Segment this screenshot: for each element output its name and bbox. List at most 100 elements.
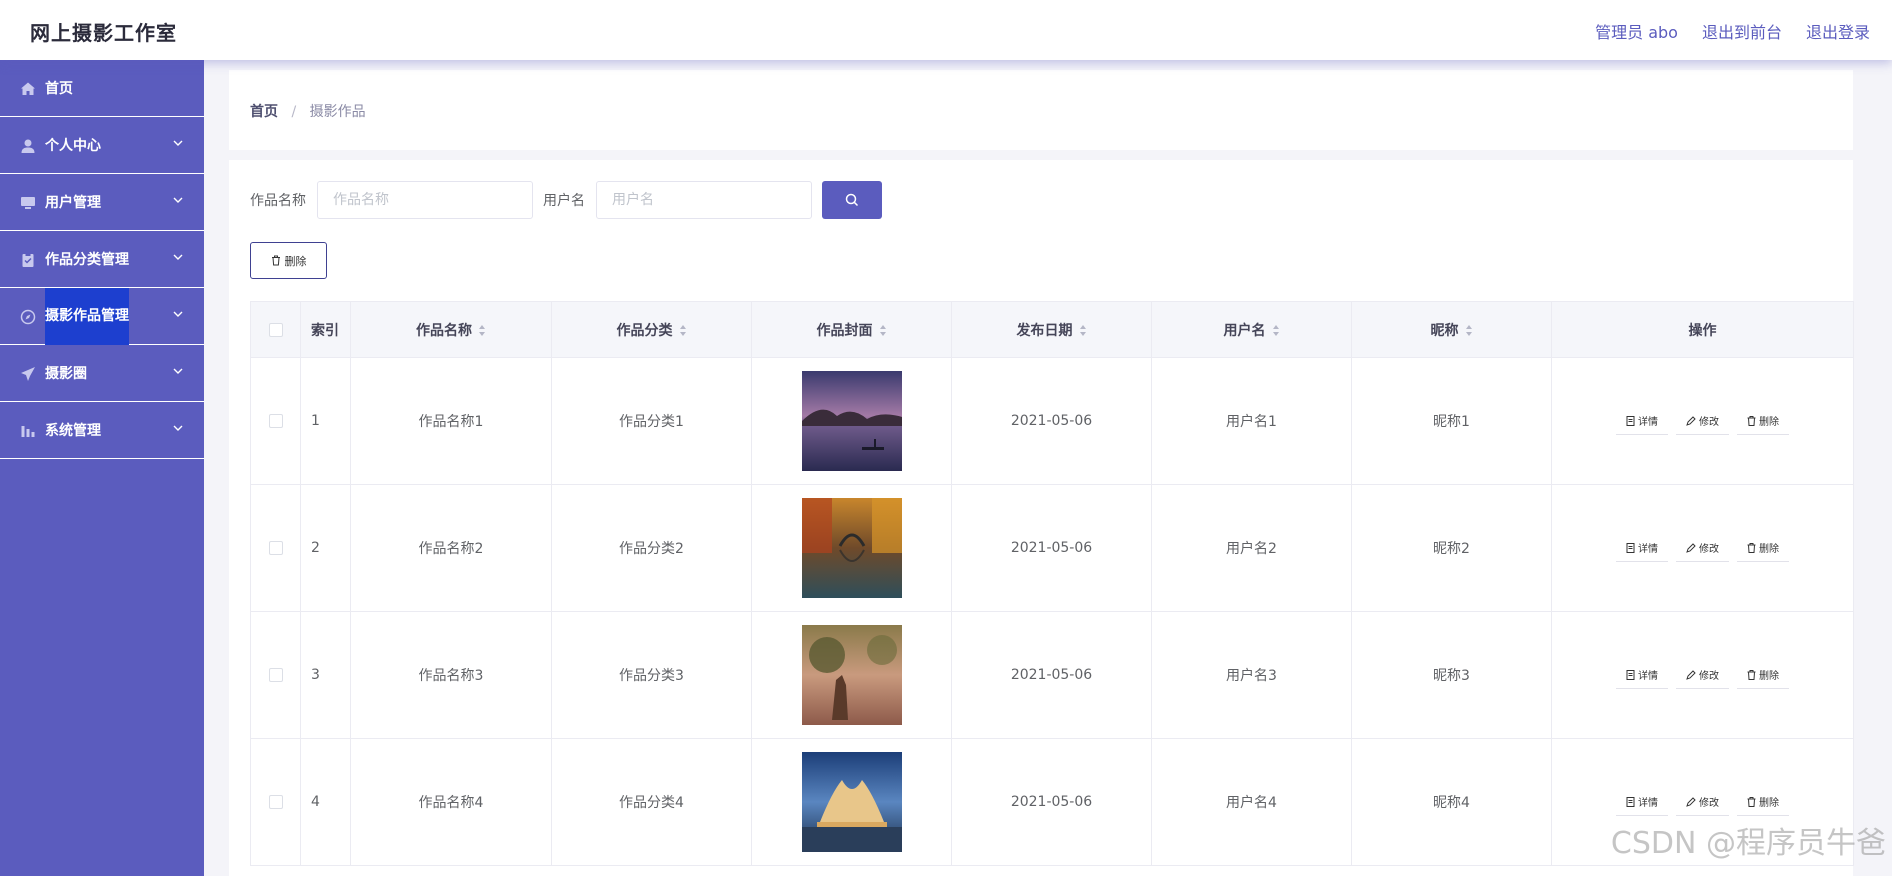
breadcrumb-card: 首页 / 摄影作品 (229, 70, 1853, 150)
select-all-checkbox[interactable] (268, 322, 283, 337)
batch-delete-label: 删除 (284, 254, 307, 268)
header-category[interactable]: 作品分类 (551, 301, 752, 358)
cell-work-name: 作品名称1 (350, 357, 552, 485)
detail-label: 详情 (1638, 671, 1658, 682)
edit-icon (1686, 796, 1696, 807)
cell-nickname: 昵称2 (1351, 484, 1552, 612)
sort-icon[interactable] (1465, 324, 1473, 337)
breadcrumb-separator: / (291, 104, 297, 120)
header-date[interactable]: 发布日期 (951, 301, 1152, 358)
cell-date: 2021-05-06 (951, 484, 1152, 612)
row-checkbox[interactable] (268, 795, 283, 809)
edit-button[interactable]: 修改 (1676, 534, 1729, 562)
sort-icon[interactable] (1079, 324, 1087, 337)
detail-button[interactable]: 详情 (1616, 534, 1668, 562)
cell-index: 3 (300, 611, 351, 739)
delete-button[interactable]: 删除 (1737, 661, 1789, 689)
sidebar-item-label: 个人中心 (45, 138, 101, 154)
table-row: 1 作品名称1 作品分类1 2021-05-06 用户名1 昵称1 详情 修改 … (250, 357, 1854, 485)
sidebar-item-photo-circle[interactable]: 摄影圈 (0, 345, 204, 402)
delete-button[interactable]: 删除 (1737, 534, 1789, 562)
edit-button[interactable]: 修改 (1676, 407, 1729, 435)
edit-icon (1686, 669, 1696, 680)
row-checkbox[interactable] (268, 541, 283, 555)
cell-cover (751, 484, 952, 612)
sidebar-item-label: 用户管理 (45, 195, 101, 211)
cell-work-name: 作品名称3 (350, 611, 552, 739)
edit-label: 修改 (1699, 671, 1719, 682)
sidebar-item-home[interactable]: 首页 (0, 60, 204, 117)
work-name-input[interactable] (317, 181, 533, 219)
admin-user-link[interactable]: 管理员 abo (1595, 19, 1678, 43)
header-actions: 操作 (1551, 301, 1854, 358)
cell-actions: 详情 修改 删除 (1551, 611, 1854, 739)
cover-image (801, 498, 902, 598)
logout-link[interactable]: 退出登录 (1806, 19, 1870, 43)
bar-chart-icon (21, 426, 35, 437)
sort-icon[interactable] (478, 324, 486, 337)
header-work-name[interactable]: 作品名称 (350, 301, 552, 358)
username-input[interactable] (596, 181, 812, 219)
cell-work-name: 作品名称2 (350, 484, 552, 612)
exit-to-frontend-link[interactable]: 退出到前台 (1702, 19, 1782, 43)
search-bar: 作品名称 用户名 (250, 180, 882, 220)
cover-image (801, 752, 902, 852)
edit-button[interactable]: 修改 (1676, 788, 1729, 816)
compass-icon (20, 309, 36, 325)
sidebar-item-photo-works[interactable]: 摄影作品管理 (0, 288, 204, 345)
cell-category: 作品分类2 (551, 484, 752, 612)
header-links: 管理员 abo 退出到前台 退出登录 (1595, 19, 1870, 43)
sidebar-item-profile[interactable]: 个人中心 (0, 117, 204, 174)
cell-actions: 详情 修改 删除 (1551, 357, 1854, 485)
header-index: 索引 (300, 301, 351, 358)
cell-work-name: 作品名称4 (350, 738, 552, 866)
delete-button[interactable]: 删除 (1737, 407, 1789, 435)
cell-index: 2 (300, 484, 351, 612)
chevron-down-icon (173, 311, 183, 317)
breadcrumb: 首页 / 摄影作品 (250, 101, 366, 121)
sidebar-item-category[interactable]: 作品分类管理 (0, 231, 204, 288)
delete-label: 删除 (1759, 671, 1779, 682)
row-checkbox[interactable] (268, 414, 283, 428)
trash-icon (271, 255, 280, 266)
delete-button[interactable]: 删除 (1737, 788, 1789, 816)
chevron-down-icon (173, 254, 183, 260)
header-username[interactable]: 用户名 (1151, 301, 1352, 358)
monitor-icon (21, 197, 35, 209)
edit-label: 修改 (1699, 798, 1719, 809)
header-label: 作品分类 (616, 322, 673, 339)
cell-username: 用户名4 (1151, 738, 1352, 866)
table-header-row: 索引 作品名称 作品分类 作品封面 发布日期 用户名 昵称 操作 (250, 301, 1854, 358)
cell-nickname: 昵称1 (1351, 357, 1552, 485)
document-icon (1626, 796, 1635, 807)
sort-icon[interactable] (879, 324, 887, 337)
detail-button[interactable]: 详情 (1616, 661, 1668, 689)
header-nickname[interactable]: 昵称 (1351, 301, 1552, 358)
cell-date: 2021-05-06 (951, 357, 1152, 485)
cell-username: 用户名2 (1151, 484, 1352, 612)
batch-delete-button[interactable]: 删除 (250, 242, 327, 279)
row-checkbox[interactable] (268, 668, 283, 682)
sidebar-item-users[interactable]: 用户管理 (0, 174, 204, 231)
delete-label: 删除 (1759, 544, 1779, 555)
search-button[interactable] (822, 181, 882, 219)
edit-button[interactable]: 修改 (1676, 661, 1729, 689)
app-title: 网上摄影工作室 (30, 21, 177, 45)
header-cover[interactable]: 作品封面 (751, 301, 952, 358)
select-all-cell (250, 301, 301, 358)
work-name-label: 作品名称 (250, 193, 306, 209)
breadcrumb-home[interactable]: 首页 (250, 104, 278, 120)
detail-label: 详情 (1638, 417, 1658, 428)
header-label: 昵称 (1430, 322, 1459, 339)
detail-button[interactable]: 详情 (1616, 788, 1668, 816)
sidebar-item-system[interactable]: 系统管理 (0, 402, 204, 459)
cell-nickname: 昵称3 (1351, 611, 1552, 739)
sidebar-item-label: 首页 (45, 81, 73, 97)
detail-button[interactable]: 详情 (1616, 407, 1668, 435)
trash-icon (1747, 669, 1756, 680)
edit-label: 修改 (1699, 417, 1719, 428)
clipboard-icon (22, 253, 34, 267)
sort-icon[interactable] (679, 324, 687, 337)
sort-icon[interactable] (1272, 324, 1280, 337)
chevron-down-icon (173, 368, 183, 374)
